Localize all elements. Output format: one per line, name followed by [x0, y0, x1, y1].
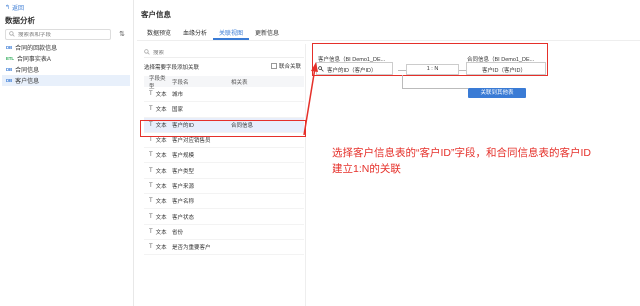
field-table-header: 字段类型 字段名 相关表 — [144, 76, 304, 90]
text-type-icon: T — [149, 213, 153, 220]
page-title: 客户信息 — [141, 10, 171, 19]
field-search-input[interactable] — [153, 49, 293, 56]
table-row[interactable]: T 文本 客户来源 — [144, 179, 304, 195]
sidebar-item-label: 合同信息 — [15, 68, 40, 74]
field-name-cell: 城市 — [172, 92, 184, 99]
sidebar-item-contract-info[interactable]: DB 合同信息 — [2, 64, 130, 75]
annotation-line-2: 建立1:N的关联 — [332, 163, 401, 175]
col-header-name: 字段名 — [172, 79, 189, 86]
table-row[interactable]: T 文本 省份 — [144, 225, 304, 240]
highlight-frame-row — [140, 120, 306, 137]
annotation-line-1: 选择客户信息表的“客户ID”字段，和合同信息表的客户ID — [332, 147, 591, 159]
field-panel: 选择需要字段添加关联 联合关联 字段类型 字段名 相关表 T文本城市T文本国家T… — [141, 44, 306, 306]
connector-line — [398, 70, 406, 71]
col-header-related: 相关表 — [231, 79, 248, 86]
cardinality-box[interactable]: 1 : N — [406, 64, 459, 75]
sidebar-item-contract-fact[interactable]: ETL 合同事实表A — [2, 53, 130, 64]
connector-line — [402, 88, 468, 89]
field-name-cell: 客户状态 — [172, 214, 195, 221]
tab-bar: 数据预览 血缘分析 关联视图 更新信息 — [141, 26, 285, 40]
text-type-icon: T — [149, 198, 153, 205]
sidebar-item-customer-info[interactable]: DB 客户信息 — [2, 75, 130, 86]
sidebar-search-input[interactable] — [18, 31, 108, 38]
field-type-cell: T 文本 — [149, 152, 167, 160]
search-icon — [9, 30, 15, 39]
table-row[interactable]: T 文本 是否为重要客户 — [144, 240, 304, 256]
field-type-cell: T 文本 — [149, 106, 167, 114]
text-type-icon: T — [149, 228, 153, 235]
table-row[interactable]: T 文本 客户状态 — [144, 209, 304, 225]
field-type-cell: T 文本 — [149, 167, 167, 175]
annotation-arrow-icon — [303, 62, 318, 136]
search-icon — [144, 48, 150, 57]
text-type-icon: T — [149, 91, 153, 98]
text-type-icon: T — [149, 182, 153, 189]
table-row[interactable]: T 文本 客户规模 — [144, 148, 304, 164]
field-name-cell: 省份 — [172, 229, 184, 236]
table-row[interactable]: T 文本 城市 — [144, 87, 304, 103]
back-arrow-icon: ↰ — [5, 5, 11, 11]
text-type-icon: T — [149, 152, 153, 159]
table-row[interactable]: T 文本 客户名称 — [144, 194, 304, 210]
left-field: 客户的ID（客户ID） — [318, 66, 377, 74]
field-type-cell: T 文本 — [149, 198, 167, 206]
connector-line — [402, 75, 403, 89]
field-type-cell: T 文本 — [149, 213, 167, 221]
field-type-cell: T 文本 — [149, 244, 167, 252]
sidebar: ↰ 返回 数据分析 ⇅ DB 合同的回款信息 ETL 合同事实表A DB 合同信… — [0, 0, 134, 306]
tabs-divider — [137, 40, 640, 41]
db-tag-icon: DB — [6, 67, 13, 72]
etl-tag-icon: ETL — [6, 56, 14, 61]
sidebar-item-label: 合同的回款信息 — [15, 46, 58, 52]
db-tag-icon: DB — [6, 78, 13, 83]
field-name-cell: 客户类型 — [172, 168, 195, 175]
text-type-icon: T — [149, 244, 153, 251]
field-type-cell: T 文本 — [149, 182, 167, 190]
field-name-cell: 客户对应销售员 — [172, 138, 211, 145]
field-hint: 选择需要字段添加关联 — [144, 65, 200, 71]
field-name-cell: 客户名称 — [172, 199, 195, 206]
db-tag-icon: DB — [6, 45, 13, 50]
tab-relation-view[interactable]: 关联视图 — [213, 26, 250, 40]
sidebar-item-label: 客户信息 — [15, 79, 40, 85]
text-type-icon: T — [149, 137, 153, 144]
table-row[interactable]: T 文本 客户类型 — [144, 163, 304, 179]
right-field: 客户ID（客户ID） — [482, 68, 527, 74]
field-name-cell: 是否为重要客户 — [172, 245, 211, 252]
sidebar-item-contract-payment[interactable]: DB 合同的回款信息 — [2, 42, 130, 53]
tab-data-preview[interactable]: 数据预览 — [141, 26, 177, 40]
add-relation-button[interactable]: 关联到其他表 — [468, 88, 526, 98]
field-rows: T 文本 城市 T 文本 国家 T 文本 客户的ID 合同信息 T 文本 客户对应销售员 T 文本 客户规模 T… — [144, 87, 304, 256]
tab-update-info[interactable]: 更新信息 — [249, 26, 285, 40]
field-name-cell: 客户规模 — [172, 153, 195, 160]
table-row[interactable]: T 文本 国家 — [144, 102, 304, 118]
field-type-cell: T 文本 — [149, 91, 167, 99]
sidebar-search[interactable] — [5, 29, 111, 40]
sort-icon[interactable]: ⇅ — [116, 29, 128, 40]
back-link[interactable]: ↰ 返回 — [5, 3, 24, 12]
field-name-cell: 客户来源 — [172, 183, 195, 190]
tab-lineage[interactable]: 血缘分析 — [177, 26, 213, 40]
field-search[interactable] — [144, 48, 304, 58]
field-name-cell: 国家 — [172, 107, 184, 114]
connector-line — [459, 70, 466, 71]
field-type-cell: T 文本 — [149, 228, 167, 236]
sidebar-title: 数据分析 — [5, 16, 35, 25]
table-list: DB 合同的回款信息 ETL 合同事实表A DB 合同信息 DB 客户信息 — [2, 42, 130, 86]
text-type-icon: T — [149, 106, 153, 113]
sidebar-item-label: 合同事实表A — [16, 57, 51, 63]
annotation-text: 选择客户信息表的“客户ID”字段，和合同信息表的客户ID 建立1:N的关联 — [332, 145, 612, 177]
field-type-cell: T 文本 — [149, 137, 167, 145]
checkbox-box[interactable] — [271, 63, 277, 69]
text-type-icon: T — [149, 167, 153, 174]
